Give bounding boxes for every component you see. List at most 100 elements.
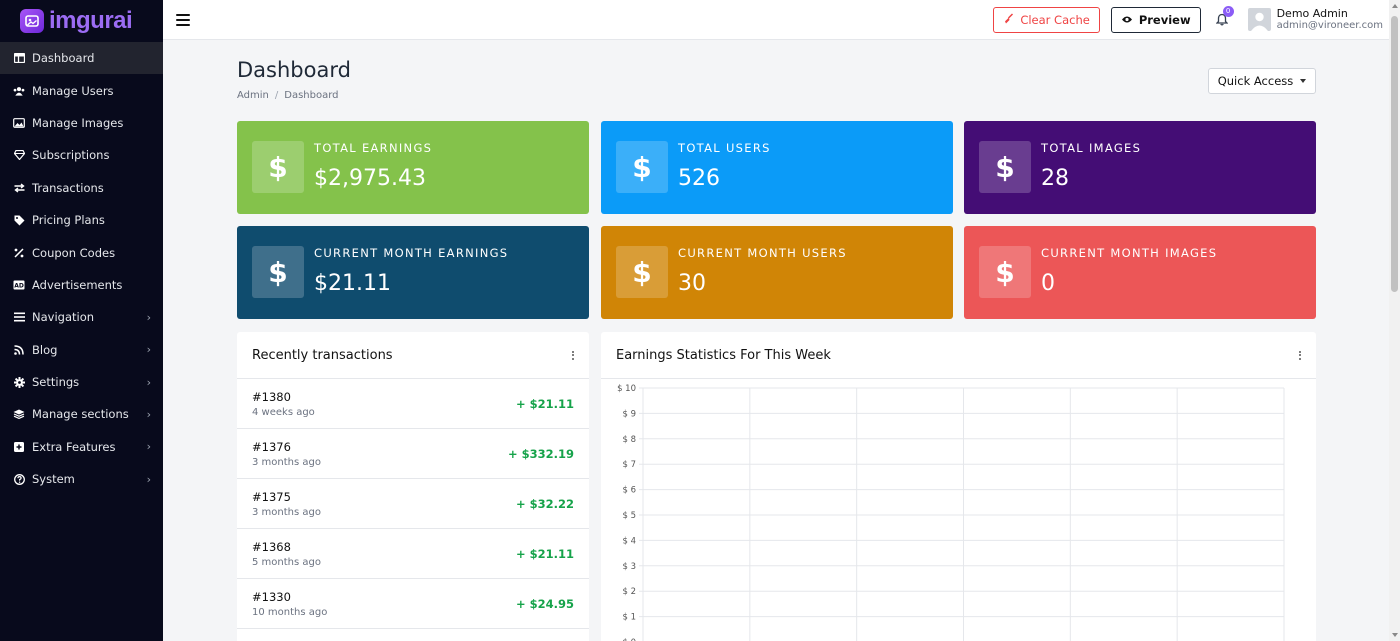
sidebar-item-navigation[interactable]: Navigation › bbox=[0, 301, 163, 333]
notification-bell-icon[interactable]: 0 bbox=[1214, 5, 1234, 28]
question-circle-icon bbox=[13, 473, 25, 485]
transaction-amount: + $21.11 bbox=[515, 546, 574, 561]
scroll-up-arrow-icon[interactable] bbox=[1392, 4, 1398, 8]
y-tick-label: $ 3 bbox=[622, 562, 636, 572]
page-title: Dashboard bbox=[237, 58, 351, 82]
chevron-right-icon: › bbox=[146, 310, 151, 324]
sidebar-item-coupon-codes[interactable]: Coupon Codes bbox=[0, 236, 163, 268]
user-name: Demo Admin bbox=[1276, 6, 1348, 20]
sidebar-item-pricing-plans[interactable]: Pricing Plans bbox=[0, 204, 163, 236]
more-options-icon[interactable] bbox=[1299, 350, 1301, 360]
clear-cache-label: Clear Cache bbox=[1020, 12, 1090, 27]
user-info[interactable]: Demo Admin admin@vironeer.com bbox=[1276, 6, 1383, 32]
transaction-row[interactable]: #1376 3 months ago + $332.19 bbox=[237, 429, 589, 479]
y-tick-label: $ 9 bbox=[622, 409, 636, 419]
sidebar-item-label: Dashboard bbox=[32, 51, 95, 66]
logo-icon bbox=[20, 9, 44, 33]
transaction-row[interactable]: #1375 3 months ago + $32.22 bbox=[237, 479, 589, 529]
stat-card-value: 0 bbox=[1041, 271, 1055, 296]
sidebar-item-system[interactable]: System › bbox=[0, 463, 163, 495]
images-icon bbox=[13, 117, 25, 129]
sidebar-item-manage-images[interactable]: Manage Images bbox=[0, 107, 163, 139]
dollar-icon: $ bbox=[252, 141, 304, 193]
avatar[interactable] bbox=[1247, 8, 1271, 31]
sidebar-item-manage-users[interactable]: Manage Users bbox=[0, 74, 163, 106]
transaction-id: #1330 bbox=[252, 589, 291, 604]
breadcrumb-item-dashboard: Dashboard bbox=[284, 90, 339, 101]
percent-icon bbox=[13, 247, 25, 259]
hamburger-menu-icon[interactable] bbox=[176, 13, 190, 26]
ad-icon: AD bbox=[13, 279, 25, 291]
breadcrumb: Admin / Dashboard bbox=[237, 90, 339, 101]
more-options-icon[interactable] bbox=[572, 350, 574, 360]
stat-card-current-month-users: $ CURRENT MONTH USERS 30 bbox=[601, 226, 953, 319]
sidebar-item-settings[interactable]: Settings › bbox=[0, 366, 163, 398]
stat-card-label: CURRENT MONTH IMAGES bbox=[1041, 246, 1218, 260]
transaction-amount: + $32.22 bbox=[515, 496, 574, 511]
transaction-time: 5 months ago bbox=[252, 556, 321, 568]
user-email: admin@vironeer.com bbox=[1276, 19, 1383, 31]
dollar-icon: $ bbox=[979, 246, 1031, 298]
chevron-right-icon: › bbox=[146, 472, 151, 486]
breadcrumb-item-admin[interactable]: Admin bbox=[237, 90, 269, 101]
dollar-icon: $ bbox=[252, 246, 304, 298]
sidebar-item-transactions[interactable]: Transactions bbox=[0, 172, 163, 204]
quick-access-dropdown[interactable]: Quick Access bbox=[1208, 68, 1316, 94]
scrollbar-thumb[interactable] bbox=[1391, 16, 1398, 292]
transaction-id: #1376 bbox=[252, 439, 291, 454]
transaction-amount: + $24.95 bbox=[515, 596, 574, 611]
cog-icon bbox=[13, 376, 25, 388]
dashboard-icon bbox=[13, 52, 25, 64]
preview-label: Preview bbox=[1138, 12, 1191, 27]
stat-card-total-earnings: $ TOTAL EARNINGS $2,975.43 bbox=[237, 121, 589, 214]
transaction-row[interactable]: #1330 10 months ago + $24.95 bbox=[237, 579, 589, 629]
sidebar-nav: Dashboard Manage Users Manage Images Subscr… bbox=[0, 42, 163, 495]
caret-down-icon bbox=[1300, 79, 1307, 83]
stat-card-label: CURRENT MONTH EARNINGS bbox=[314, 246, 509, 260]
stat-card-current-month-earnings: $ CURRENT MONTH EARNINGS $21.11 bbox=[237, 226, 589, 319]
transaction-id: #1380 bbox=[252, 389, 291, 404]
brand-name: imgurai bbox=[49, 7, 133, 34]
chevron-right-icon: › bbox=[146, 440, 151, 454]
stat-card-label: TOTAL USERS bbox=[678, 141, 771, 155]
earnings-chart-panel: Earnings Statistics For This Week $ 10 $ … bbox=[601, 332, 1316, 641]
rss-icon bbox=[13, 344, 25, 356]
y-tick-label: $ 4 bbox=[622, 536, 636, 546]
y-tick-label: $ 2 bbox=[622, 587, 636, 597]
sidebar-item-extra-features[interactable]: Extra Features › bbox=[0, 431, 163, 463]
transactions-panel: Recently transactions #1380 4 weeks ago + … bbox=[237, 332, 589, 641]
sidebar-item-subscriptions[interactable]: Subscriptions bbox=[0, 139, 163, 171]
clear-cache-button[interactable]: Clear Cache bbox=[993, 6, 1100, 33]
sidebar-item-dashboard[interactable]: Dashboard bbox=[0, 42, 163, 75]
notification-count-badge: 0 bbox=[1222, 5, 1234, 17]
transaction-amount: + $332.19 bbox=[507, 446, 574, 461]
dollar-icon: $ bbox=[979, 141, 1031, 193]
sidebar-item-label: Subscriptions bbox=[32, 148, 110, 163]
transaction-time: 10 months ago bbox=[252, 606, 328, 618]
sidebar-item-label: Manage sections bbox=[32, 407, 129, 422]
plus-square-icon bbox=[13, 441, 25, 453]
sidebar-item-advertisements[interactable]: AD Advertisements bbox=[0, 269, 163, 301]
sidebar: imgurai Dashboard Manage Users Manage Imag… bbox=[0, 0, 163, 641]
tag-icon bbox=[13, 214, 25, 226]
brand[interactable]: imgurai bbox=[0, 0, 163, 42]
chart-title: Earnings Statistics For This Week bbox=[616, 347, 831, 363]
layers-icon bbox=[13, 408, 25, 420]
gem-icon bbox=[13, 149, 25, 161]
sidebar-item-label: Manage Users bbox=[32, 83, 114, 98]
preview-button[interactable]: Preview bbox=[1110, 6, 1201, 33]
sidebar-item-manage-sections[interactable]: Manage sections › bbox=[0, 398, 163, 430]
stat-card-value: $2,975.43 bbox=[314, 166, 426, 191]
users-icon bbox=[13, 85, 25, 97]
transaction-row[interactable]: #1380 4 weeks ago + $21.11 bbox=[237, 379, 589, 429]
scrollbar[interactable] bbox=[1389, 0, 1400, 641]
y-tick-label: $ 10 bbox=[617, 384, 636, 394]
sidebar-item-blog[interactable]: Blog › bbox=[0, 334, 163, 366]
stat-card-value: $21.11 bbox=[314, 271, 391, 296]
chevron-right-icon: › bbox=[146, 407, 151, 421]
scroll-down-arrow-icon[interactable] bbox=[1392, 633, 1398, 637]
transaction-row[interactable]: #1368 5 months ago + $21.11 bbox=[237, 529, 589, 579]
bars-icon bbox=[13, 311, 25, 323]
stat-card-label: CURRENT MONTH USERS bbox=[678, 246, 847, 260]
dollar-icon: $ bbox=[616, 246, 668, 298]
